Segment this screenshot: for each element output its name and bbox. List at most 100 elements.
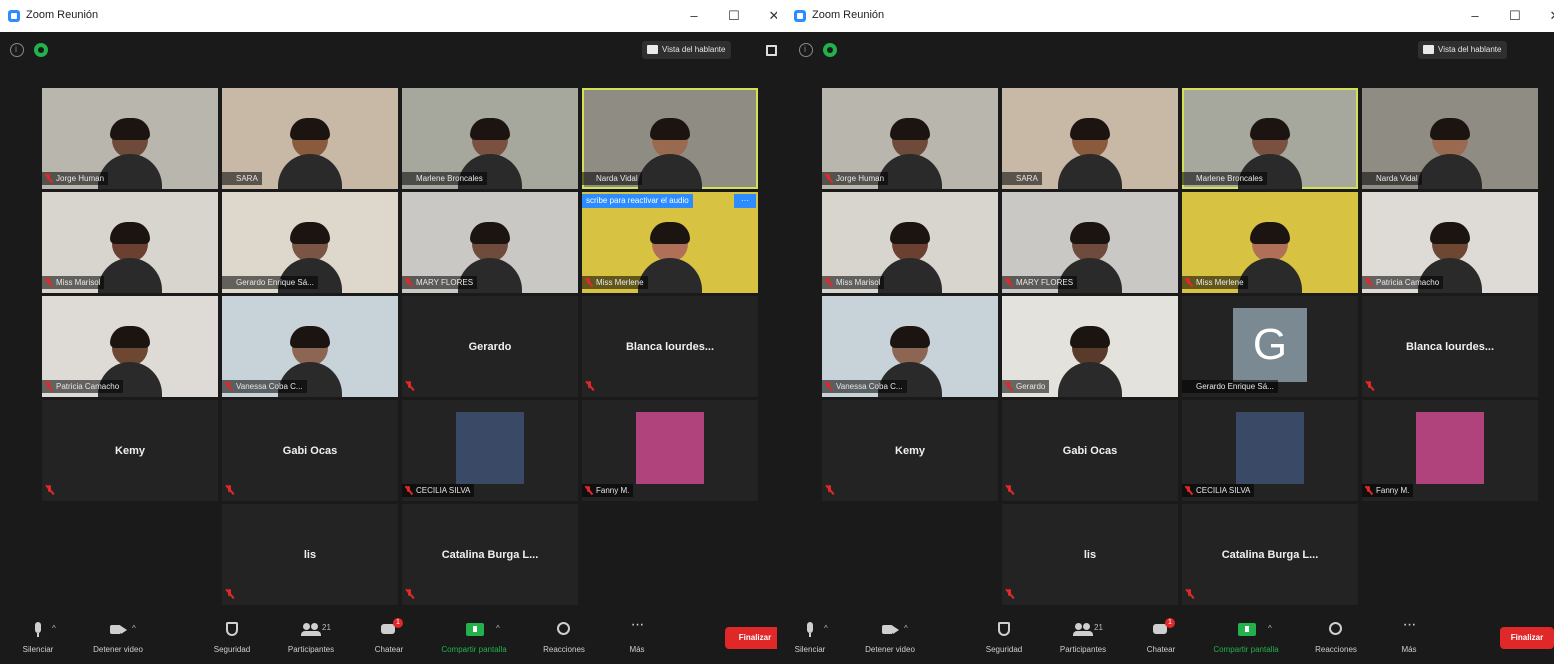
participant-tile-catalina-burga-l[interactable]: Catalina Burga L...	[402, 504, 578, 605]
participant-name: Blanca lourdes...	[1405, 340, 1495, 353]
speaker-view-button[interactable]: Vista del hablante	[642, 41, 732, 59]
participant-tile-mary-flores[interactable]: MARY FLORES	[402, 192, 578, 293]
participant-tile-blanca-lourdes[interactable]: Blanca lourdes...	[582, 296, 758, 397]
encryption-shield-icon[interactable]	[823, 43, 837, 57]
security-button[interactable]: Seguridad	[984, 612, 1024, 664]
participant-tile-sara[interactable]: SARA	[1002, 88, 1178, 189]
speaker-view-button[interactable]: Vista del hablante	[1418, 41, 1508, 59]
chevron-up-icon[interactable]: ^	[132, 624, 136, 633]
close-button[interactable]: ✕	[1545, 6, 1554, 26]
participant-tile-gerardo[interactable]: Gerardo	[1002, 296, 1178, 397]
participant-tile-marlene-broncales[interactable]: Marlene Broncales	[402, 88, 578, 189]
reactions-button[interactable]: Reacciones	[543, 612, 585, 664]
stop-video-button[interactable]: ^ Detener video	[93, 612, 143, 664]
chat-button[interactable]: 1 Chatear	[1141, 612, 1181, 664]
participant-tile-gerardo[interactable]: Gerardo	[402, 296, 578, 397]
mic-muted-icon	[225, 382, 232, 391]
encryption-shield-icon[interactable]	[34, 43, 48, 57]
participant-tile-cecilia-silva[interactable]: CECILIA SILVA	[1182, 400, 1358, 501]
participant-tile-miss-merlene[interactable]: Miss Merlene	[1182, 192, 1358, 293]
stop-video-button[interactable]: ^ Detener video	[865, 612, 915, 664]
reactions-button[interactable]: Reacciones	[1315, 612, 1357, 664]
participant-name: Gerardo Enrique Sá...	[236, 278, 314, 287]
info-icon[interactable]	[799, 43, 813, 57]
participants-button[interactable]: 21 Participantes	[288, 612, 334, 664]
share-screen-icon	[1238, 622, 1256, 636]
chevron-up-icon[interactable]: ^	[824, 624, 828, 633]
mic-muted-icon	[1006, 589, 1014, 599]
participant-tile-fanny-m[interactable]: Fanny M.	[582, 400, 758, 501]
participants-button[interactable]: 21 Participantes	[1060, 612, 1106, 664]
participant-tile-jorge-human[interactable]: Jorge Human	[822, 88, 998, 189]
participant-tile-jorge-human[interactable]: Jorge Human	[42, 88, 218, 189]
participant-tile-vanessa-coba-c[interactable]: Vanessa Coba C...	[822, 296, 998, 397]
participant-tile-catalina-burga-l[interactable]: Catalina Burga L...	[1182, 504, 1358, 605]
participant-name-label: Fanny M.	[1362, 484, 1414, 497]
participant-tile-miss-merlene[interactable]: Miss Merlene scribe para reactivar el aud…	[582, 192, 758, 293]
participant-name: Fanny M.	[1376, 486, 1410, 495]
participant-tile-gabi-ocas[interactable]: Gabi Ocas	[222, 400, 398, 501]
security-shield-icon	[224, 622, 240, 636]
participant-tile-blanca-lourdes[interactable]: Blanca lourdes...	[1362, 296, 1538, 397]
participant-tile-lis[interactable]: lis	[222, 504, 398, 605]
maximize-button[interactable]: ☐	[724, 6, 744, 26]
more-label: Más	[1401, 645, 1417, 654]
participant-tile-cecilia-silva[interactable]: CECILIA SILVA	[402, 400, 578, 501]
unread-badge: 1	[1165, 618, 1175, 628]
participant-hair	[110, 326, 150, 348]
participant-tile-sara[interactable]: SARA	[222, 88, 398, 189]
mute-button[interactable]: ^ Silenciar	[790, 612, 830, 664]
participant-tile-miss-marisol[interactable]: Miss Marisol	[822, 192, 998, 293]
participant-name-label: Narda Vidal	[582, 172, 642, 185]
info-icon[interactable]	[10, 43, 24, 57]
fullscreen-icon[interactable]	[766, 45, 777, 56]
more-icon	[629, 616, 645, 636]
participant-count: 21	[322, 623, 331, 632]
participant-name: Marlene Broncales	[416, 174, 483, 183]
participant-tile-narda-vidal[interactable]: Narda Vidal	[1362, 88, 1538, 189]
participant-tile-kemy[interactable]: Kemy	[42, 400, 218, 501]
minimize-button[interactable]: –	[684, 6, 704, 26]
participant-tile-marlene-broncales[interactable]: Marlene Broncales	[1182, 88, 1358, 189]
mic-icon	[30, 622, 46, 637]
participant-tile-narda-vidal[interactable]: Narda Vidal	[582, 88, 758, 189]
security-button[interactable]: Seguridad	[212, 612, 252, 664]
maximize-button[interactable]: ☐	[1505, 6, 1525, 26]
chevron-up-icon[interactable]: ^	[904, 624, 908, 633]
participant-tile-patricia-camacho[interactable]: Patricia Camacho	[42, 296, 218, 397]
participant-name: Miss Marisol	[836, 278, 881, 287]
end-meeting-button[interactable]: Finalizar	[1500, 627, 1554, 649]
participant-hair	[650, 222, 690, 244]
participant-tile-patricia-camacho[interactable]: Patricia Camacho	[1362, 192, 1538, 293]
chevron-up-icon[interactable]: ^	[496, 624, 500, 633]
participant-tile-gabi-ocas[interactable]: Gabi Ocas	[1002, 400, 1178, 501]
participant-name-label: Jorge Human	[42, 172, 109, 185]
mute-button[interactable]: ^ Silenciar	[18, 612, 58, 664]
share-screen-button[interactable]: ^ Compartir pantalla	[1213, 612, 1279, 664]
tooltip-more-button[interactable]: ···	[734, 194, 756, 208]
minimize-button[interactable]: –	[1465, 6, 1485, 26]
participant-tile-mary-flores[interactable]: MARY FLORES	[1002, 192, 1178, 293]
participant-tile-fanny-m[interactable]: Fanny M.	[1362, 400, 1538, 501]
more-button[interactable]: Más	[617, 612, 657, 664]
participant-tile-gerardo-enrique-s[interactable]: G Gerardo Enrique Sá...	[1182, 296, 1358, 397]
window-title: Zoom Reunión	[812, 9, 885, 21]
zoom-logo-icon	[794, 10, 806, 22]
end-meeting-button[interactable]: Finalizar	[725, 627, 777, 649]
participant-name-label: Gerardo Enrique Sá...	[1182, 380, 1278, 393]
participant-tile-kemy[interactable]: Kemy	[822, 400, 998, 501]
chevron-up-icon[interactable]: ^	[52, 624, 56, 633]
more-button[interactable]: Más	[1389, 612, 1429, 664]
participant-name: lis	[1083, 548, 1097, 561]
participant-tile-gerardo-enrique-s[interactable]: Gerardo Enrique Sá...	[222, 192, 398, 293]
participant-tile-vanessa-coba-c[interactable]: Vanessa Coba C...	[222, 296, 398, 397]
chevron-up-icon[interactable]: ^	[1268, 624, 1272, 633]
mic-muted-icon	[45, 278, 52, 287]
participant-tile-lis[interactable]: lis	[1002, 504, 1178, 605]
participant-name: Jorge Human	[56, 174, 105, 183]
chat-button[interactable]: 1 Chatear	[369, 612, 409, 664]
participant-tile-miss-marisol[interactable]: Miss Marisol	[42, 192, 218, 293]
unmute-tooltip[interactable]: scribe para reactivar el audio	[582, 194, 693, 208]
close-button[interactable]: ✕	[764, 6, 777, 26]
share-screen-button[interactable]: ^ Compartir pantalla	[441, 612, 507, 664]
